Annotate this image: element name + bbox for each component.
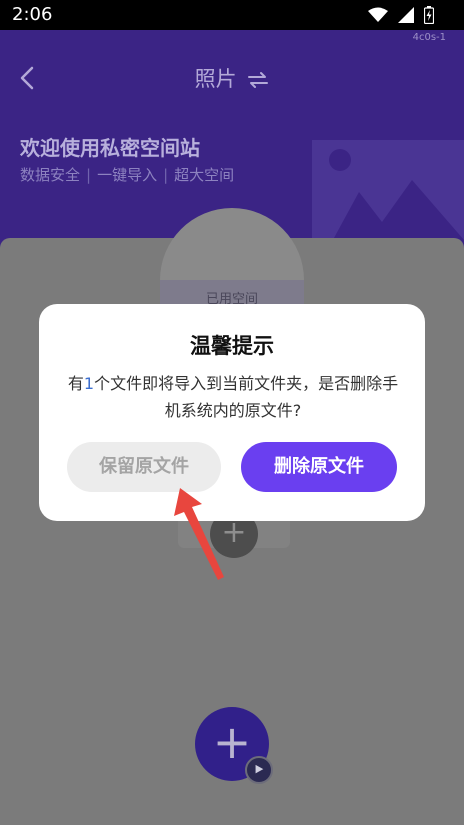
annotation-arrow-icon: [174, 488, 224, 580]
tag-divider: |: [163, 165, 169, 184]
page-title[interactable]: 照片: [0, 63, 464, 93]
welcome-heading: 欢迎使用私密空间站: [20, 136, 200, 160]
dialog-title: 温馨提示: [190, 334, 274, 358]
tag-import: 一键导入: [97, 166, 158, 184]
status-time: 2:06: [12, 4, 53, 25]
dialog-message-suffix: 个文件即将导入到当前文件夹，是否删除手机系统内的原文件?: [94, 374, 399, 420]
play-icon: [245, 756, 273, 784]
tag-security: 数据安全: [20, 166, 81, 184]
debug-tag: 4c0s-1: [412, 32, 446, 43]
dialog-message: 有1个文件即将导入到当前文件夹，是否删除手机系统内的原文件?: [65, 370, 401, 424]
wifi-icon: [368, 7, 388, 22]
feature-tags: 数据安全 | 一键导入 | 超大空间: [20, 164, 234, 185]
signal-icon: [398, 7, 414, 23]
tag-space: 超大空间: [174, 166, 235, 184]
tag-divider: |: [86, 165, 92, 184]
dialog-message-prefix: 有: [67, 374, 84, 393]
battery-icon: [424, 6, 434, 24]
swap-icon[interactable]: [247, 71, 269, 89]
status-bar: 2:06: [0, 0, 464, 30]
status-icons: [368, 6, 434, 24]
page-title-text: 照片: [194, 67, 237, 91]
delete-original-button[interactable]: 删除原文件: [241, 442, 397, 492]
dialog-file-count: 1: [83, 374, 95, 393]
